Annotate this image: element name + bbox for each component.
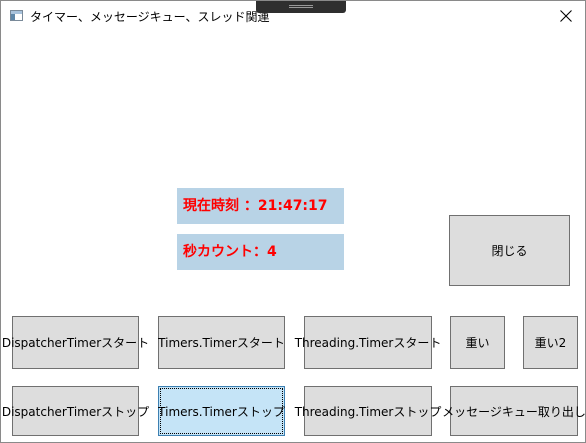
second-count-label: 秒カウント：4 — [177, 234, 344, 270]
window-title: タイマー、メッセージキュー、スレッド関連 — [30, 10, 270, 24]
timers-timer-start-button[interactable]: Timers.Timerスタート — [158, 316, 285, 369]
app-window: タイマー、メッセージキュー、スレッド関連 現在時刻 ：21:47:17 秒カウン… — [0, 0, 586, 443]
heavy-button[interactable]: 重い — [450, 316, 505, 369]
current-time-label: 現在時刻 ：21:47:17 — [177, 188, 344, 224]
dispatcher-timer-start-button[interactable]: DispatcherTimerスタート — [2, 316, 149, 369]
dispatcher-timer-stop-button[interactable]: DispatcherTimerストップ — [2, 386, 149, 436]
message-queue-pop-button[interactable]: メッセージキュー取り出し — [442, 386, 586, 436]
grip-icon — [289, 5, 313, 8]
snap-layout-handle[interactable] — [256, 1, 346, 13]
app-window-icon — [10, 10, 23, 21]
title-bar[interactable]: タイマー、メッセージキュー、スレッド関連 — [1, 1, 585, 32]
threading-timer-start-button[interactable]: Threading.Timerスタート — [295, 316, 441, 369]
heavy2-button[interactable]: 重い2 — [523, 316, 578, 369]
close-icon — [560, 10, 572, 22]
threading-timer-stop-button[interactable]: Threading.Timerストップ — [295, 386, 441, 436]
window-close-button[interactable] — [546, 1, 586, 32]
timers-timer-stop-button[interactable]: Timers.Timerストップ — [158, 386, 285, 436]
close-button[interactable]: 閉じる — [449, 215, 570, 286]
